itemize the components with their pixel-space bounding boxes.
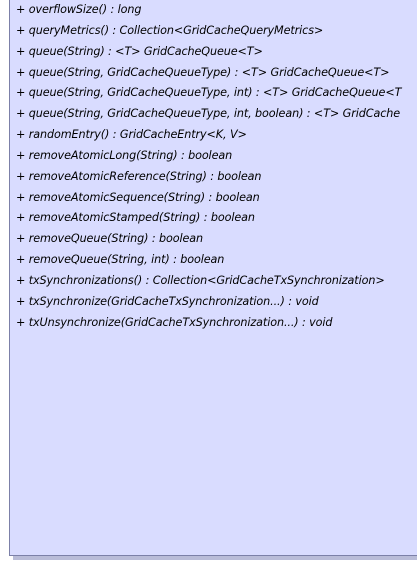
method-queue-string-type-int: + queue(String, GridCacheQueueType, int)… (16, 86, 402, 100)
method-queue-string-type: + queue(String, GridCacheQueueType) : <T… (16, 65, 390, 79)
method-remove-atomic-long: + removeAtomicLong(String) : boolean (16, 148, 233, 162)
method-overflow-size: + overflowSize() : long (16, 3, 142, 16)
method-query-metrics: + queryMetrics() : Collection<GridCacheQ… (16, 23, 324, 37)
method-random-entry: + randomEntry() : GridCacheEntry<K, V> (16, 128, 247, 142)
method-tx-synchronize: + txSynchronize(GridCacheTxSynchronizati… (16, 294, 319, 308)
method-list: + overflowSize() : long + queryMetrics()… (16, 0, 401, 334)
method-remove-atomic-stamped: + removeAtomicStamped(String) : boolean (16, 211, 255, 225)
method-remove-queue-int: + removeQueue(String, int) : boolean (16, 253, 225, 267)
method-remove-atomic-reference: + removeAtomicReference(String) : boolea… (16, 169, 262, 183)
method-remove-atomic-sequence: + removeAtomicSequence(String) : boolean (16, 190, 260, 204)
method-remove-queue: + removeQueue(String) : boolean (16, 232, 204, 246)
method-tx-synchronizations: + txSynchronizations() : Collection<Grid… (16, 273, 385, 287)
method-queue-string: + queue(String) : <T> GridCacheQueue<T> (16, 44, 263, 58)
class-box-shadow (13, 556, 417, 560)
method-queue-string-type-int-boolean: + queue(String, GridCacheQueueType, int,… (16, 107, 401, 121)
method-tx-unsynchronize: + txUnsynchronize(GridCacheTxSynchroniza… (16, 315, 333, 329)
